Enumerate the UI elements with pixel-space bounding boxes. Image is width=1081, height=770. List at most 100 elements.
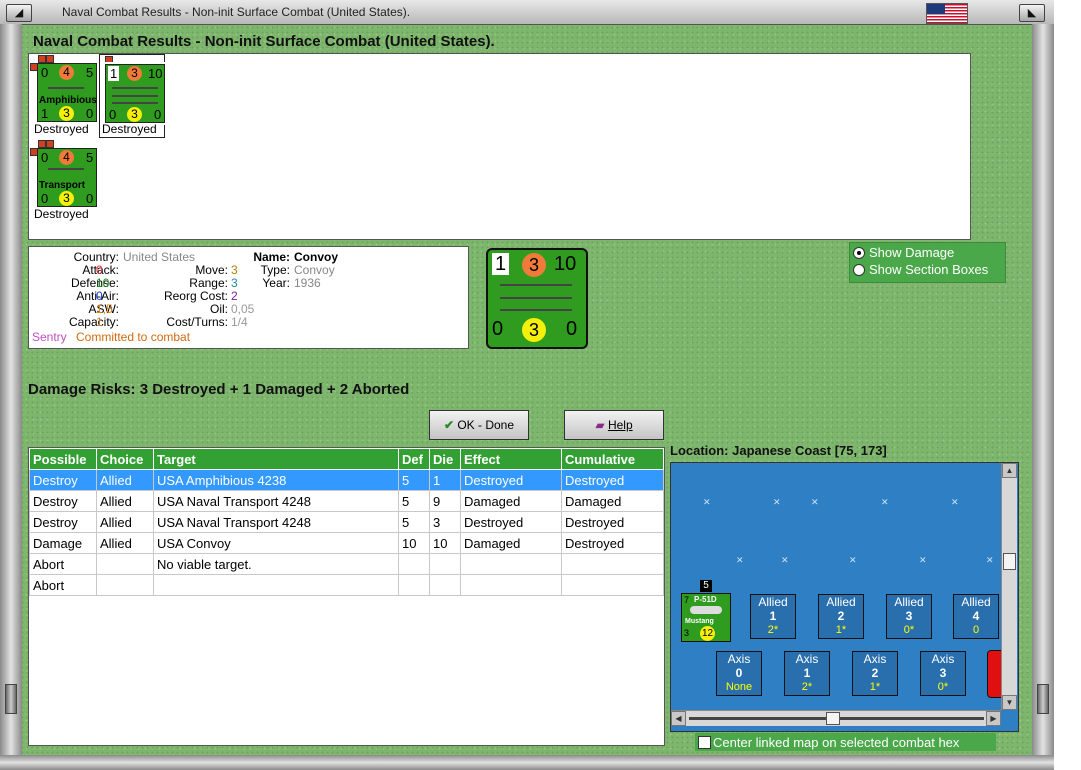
cell-target: USA Naval Transport 4248 xyxy=(153,511,399,533)
cell-num: 1 xyxy=(769,609,777,623)
vertical-scroll-thumb[interactable] xyxy=(1003,553,1016,570)
table-row[interactable]: Destroy Allied USA Naval Transport 4248 … xyxy=(29,490,664,512)
col-effect[interactable]: Effect xyxy=(460,448,562,470)
allied-cell-1[interactable]: Allied 1 2* xyxy=(750,594,796,639)
name-label: Name: xyxy=(253,250,290,264)
table-row[interactable]: Abort xyxy=(29,574,664,596)
ship-silhouette-icon xyxy=(112,95,158,97)
cell-target: No viable target. xyxy=(153,553,399,575)
center-map-option[interactable]: Center linked map on selected combat hex xyxy=(695,733,996,751)
sea-marker-icon: ✕ xyxy=(881,497,889,507)
cell-choice: Allied xyxy=(96,532,154,554)
ship-silhouette-icon xyxy=(112,87,158,89)
move-label: Move: xyxy=(195,263,228,277)
show-damage-radio[interactable] xyxy=(853,247,865,259)
p51d-mustang-counter[interactable]: 7 P-51D Mustang 3 12 xyxy=(681,593,731,642)
allied-cell-4[interactable]: Allied 4 0 xyxy=(953,594,999,639)
left-frame xyxy=(0,24,22,770)
show-sections-radio[interactable] xyxy=(853,264,865,276)
allied-cell-3[interactable]: Allied 3 0* xyxy=(886,594,932,639)
col-target[interactable]: Target xyxy=(153,448,399,470)
axis-cell-0[interactable]: Axis 0 None xyxy=(716,651,762,696)
cell-possible: Destroy xyxy=(29,511,97,533)
bottom-frame xyxy=(0,755,1054,770)
sea-marker-icon: ✕ xyxy=(951,497,959,507)
map-vertical-scrollbar[interactable]: ▲ ▼ xyxy=(1001,463,1017,710)
cell-side: Allied xyxy=(758,595,788,609)
counter-bl: 0 xyxy=(109,107,117,122)
cell-effect xyxy=(460,553,562,575)
cell-cumulative: Destroyed xyxy=(561,469,664,491)
allied-cell-2[interactable]: Allied 2 1* xyxy=(818,594,864,639)
window-menu-button[interactable]: ◢ xyxy=(6,4,32,22)
selected-unit-counter: 1 3 10 0 3 0 xyxy=(486,248,588,349)
capacity-label: Capacity: xyxy=(68,315,119,329)
show-sections-label[interactable]: Show Section Boxes xyxy=(869,262,988,277)
center-map-checkbox[interactable] xyxy=(698,736,711,749)
table-header-row: Possible Choice Target Def Die Effect Cu… xyxy=(29,448,664,470)
table-row[interactable]: Damage Allied USA Convoy 10 10 Damaged D… xyxy=(29,532,664,554)
axis-cell-2[interactable]: Axis 2 1* xyxy=(852,651,898,696)
col-choice[interactable]: Choice xyxy=(96,448,154,470)
table-row[interactable]: Destroy Allied USA Amphibious 4238 5 1 D… xyxy=(29,469,664,491)
cell-target xyxy=(153,574,399,596)
scroll-down-icon[interactable]: ▼ xyxy=(1002,695,1017,710)
horizontal-scroll-thumb[interactable] xyxy=(826,712,840,725)
unit-convoy[interactable]: 1 3 10 0 3 0 Destroyed xyxy=(99,54,167,138)
plane-tl: 7 xyxy=(684,595,690,605)
scroll-left-icon[interactable]: ◀ xyxy=(671,711,686,726)
cell-val: 2* xyxy=(801,681,813,693)
col-cumulative[interactable]: Cumulative xyxy=(561,448,664,470)
col-def[interactable]: Def xyxy=(398,448,430,470)
unit-amphibious[interactable]: 0 4 5 Amphibious 1 3 0 Destroyed xyxy=(29,54,97,140)
cell-cumulative xyxy=(561,553,664,575)
cell-effect: Destroyed xyxy=(460,511,562,533)
damage-risks: Damage Risks: 3 Destroyed + 1 Damaged + … xyxy=(28,381,410,398)
counter-move: 10 xyxy=(148,66,163,81)
scroll-up-icon[interactable]: ▲ xyxy=(1002,463,1017,478)
location-line: Location: Japanese Coast [75, 173] xyxy=(670,443,887,458)
axis-cell-3[interactable]: Axis 3 0* xyxy=(920,651,966,696)
ship-silhouette-icon xyxy=(48,168,84,170)
unit-marker-icon xyxy=(46,140,54,148)
cell-die: 1 xyxy=(429,469,461,491)
axis-cell-1[interactable]: Axis 1 2* xyxy=(784,651,830,696)
sea-marker-icon: ✕ xyxy=(736,555,744,565)
cell-possible: Abort xyxy=(29,553,97,575)
table-row[interactable]: Abort No viable target. xyxy=(29,553,664,575)
table-row[interactable]: Destroy Allied USA Naval Transport 4248 … xyxy=(29,511,664,533)
combat-results-table: Possible Choice Target Def Die Effect Cu… xyxy=(28,447,665,746)
cell-choice: Allied xyxy=(96,469,154,491)
help-button[interactable]: ▰ Help xyxy=(564,410,664,440)
show-damage-label[interactable]: Show Damage xyxy=(869,245,954,260)
unit-transport[interactable]: 0 4 5 Transport 0 3 0 Destroyed xyxy=(29,139,97,225)
year-label: Year: xyxy=(262,276,290,290)
oil-value: 0,05 xyxy=(231,302,255,316)
cell-die: 3 xyxy=(429,511,461,533)
cell-def: 5 xyxy=(398,511,430,533)
col-possible[interactable]: Possible xyxy=(29,448,97,470)
col-die[interactable]: Die xyxy=(429,448,461,470)
counter-bl: 0 xyxy=(41,191,49,206)
cell-effect xyxy=(460,574,562,596)
sea-marker-icon: ✕ xyxy=(703,497,711,507)
asw-value: 1,5 xyxy=(96,302,113,316)
unit-status: Destroyed xyxy=(102,122,157,136)
counter-defense: 0 xyxy=(41,65,49,80)
reorg-value: 2 xyxy=(231,289,238,303)
cell-def: 5 xyxy=(398,490,430,512)
big-counter-bl: 0 xyxy=(492,318,504,340)
cell-num: 4 xyxy=(972,609,980,623)
map-horizontal-scrollbar[interactable]: ◀ ▶ xyxy=(671,710,1001,726)
location-label: Location: xyxy=(670,443,729,458)
attack-value: 0 xyxy=(96,263,103,277)
ok-done-button[interactable]: ✔ OK - Done xyxy=(429,410,529,440)
unit-status: Destroyed xyxy=(34,122,89,136)
big-counter-tr: 10 xyxy=(554,253,577,275)
close-button[interactable]: ◣ xyxy=(1019,4,1045,22)
scroll-right-icon[interactable]: ▶ xyxy=(986,711,1001,726)
sea-marker-icon: ✕ xyxy=(919,555,927,565)
cell-num: 3 xyxy=(939,666,947,680)
counter-name: Transport xyxy=(39,180,86,191)
counter-move: 5 xyxy=(86,150,94,165)
